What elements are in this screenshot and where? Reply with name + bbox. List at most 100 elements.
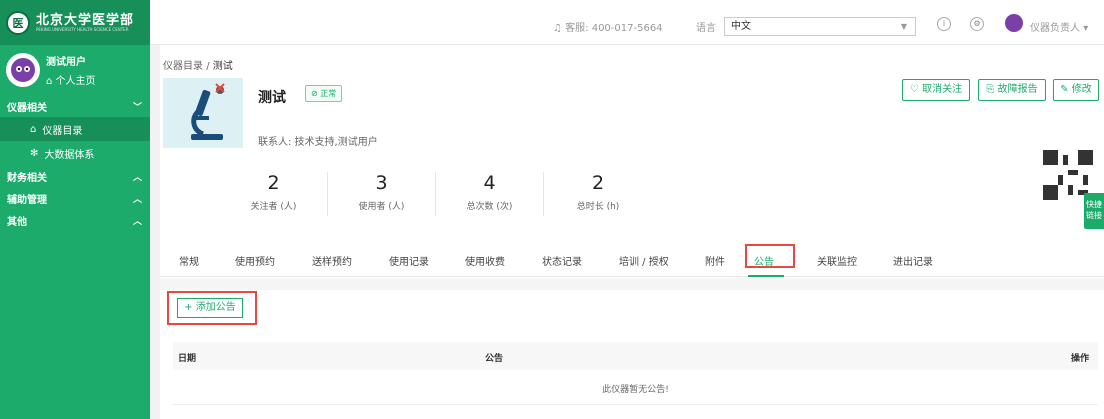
home-icon: ⌂ [46,76,53,87]
section-divider [160,278,1104,290]
settings-icon[interactable]: ⚙ [970,17,984,31]
caret-down-icon: ▾ [1083,23,1089,34]
chevron-up-icon: ︿ [132,194,142,205]
unfollow-label: 取消关注 [922,84,963,95]
nav-group-assist[interactable]: 辅助管理 ︿ [0,187,150,209]
tab-attachments[interactable]: 附件 [705,253,725,268]
tab-usage-records[interactable]: 使用记录 [389,253,429,268]
main-content: 仪器目录 / 测试 测试 ⊘ 正常 联系人: 技术支持,测试用户 ♡ 取消关注 … [160,45,1104,419]
logo[interactable]: 医 北京大学医学部 PEKING UNIVERSITY HEALTH SCIEN… [0,0,150,45]
avatar[interactable] [6,53,40,87]
nav-group-label: 财务相关 [7,172,47,184]
stat-followers: 2 关注者 (人) [220,172,328,216]
status-text: 正常 [320,89,337,98]
sidebar: 医 北京大学医学部 PEKING UNIVERSITY HEALTH SCIEN… [0,0,150,419]
breadcrumb: 仪器目录 / 测试 [163,57,233,72]
unfollow-button[interactable]: ♡ 取消关注 [902,79,970,101]
language-label: 语言 [696,23,716,34]
edit-button[interactable]: ✎ 修改 [1053,79,1099,101]
tab-linked-monitoring[interactable]: 关联监控 [817,253,857,268]
pencil-icon: ✎ [1060,84,1069,95]
table-header: 日期 公告 操作 [173,342,1098,370]
tab-access-records[interactable]: 进出记录 [893,253,933,268]
stat-label: 总时长 (h) [576,202,620,212]
monster-avatar-icon [11,58,35,82]
language-select[interactable]: 中文 ▼ [724,17,916,36]
caret-down-icon: ▼ [900,22,907,31]
sidebar-item-instrument-catalog[interactable]: ⌂ 仪器目录 [0,117,150,141]
empty-table-message: 此仪器暂无公告! [173,375,1098,405]
stat-value: 2 [591,172,605,194]
headset-icon: ♫ [553,23,562,34]
stat-total-hours: 2 总时长 (h) [544,172,652,216]
sidebar-item-label: 大数据体系 [44,149,95,161]
tab-status-records[interactable]: 状态记录 [542,253,582,268]
top-bar: ♫ 客服: 400-017-5664 语言 中文 ▼ i ⚙ 仪器负责人 ▾ [150,0,1104,45]
app-root: 医 北京大学医学部 PEKING UNIVERSITY HEALTH SCIEN… [0,0,1104,419]
tab-sample-booking[interactable]: 送样预约 [312,253,352,268]
instrument-title: 测试 [258,90,286,106]
stat-value: 2 [267,172,280,194]
check-circle-icon: ⊘ [311,89,318,98]
gear-icon: ✻ [30,147,39,159]
logo-text: 北京大学医学部 [36,12,135,28]
tab-bar: 常规 使用预约 送样预约 使用记录 使用收费 状态记录 培训 / 授权 附件 公… [160,243,1104,277]
stat-value: 3 [375,172,388,194]
heart-icon: ♡ [909,84,919,95]
report-icon: ⎘ [986,84,995,95]
chevron-up-icon: ︿ [132,172,142,183]
column-announcement: 公告 [485,354,504,364]
hotline-text: 客服: 400-017-5664 [565,23,663,34]
nav-group-label: 其他 [7,216,27,228]
user-box: 测试用户 ⌂ 个人主页 [0,45,150,95]
quick-link-tab[interactable]: 快捷链接 [1084,193,1104,229]
stats: 2 关注者 (人) 3 使用者 (人) 4 总次数 (次) 2 总时长 (h) [220,172,652,216]
home-outline-icon: ⌂ [30,123,37,135]
stat-label: 关注者 (人) [250,202,297,212]
nav-group-other[interactable]: 其他 ︿ [0,209,150,231]
breadcrumb-root[interactable]: 仪器目录 [163,61,203,72]
instrument-image [163,78,243,148]
sidebar-item-big-data[interactable]: ✻ 大数据体系 [0,141,150,165]
microscope-icon [191,83,225,140]
user-role-label: 仪器负责人 [1030,23,1080,34]
university-emblem-icon: 医 [6,10,30,35]
logo-subtitle: PEKING UNIVERSITY HEALTH SCIENCE CENTER [36,26,129,32]
breadcrumb-current: 测试 [212,61,233,72]
tab-usage-fees[interactable]: 使用收费 [465,253,505,268]
stat-total-count: 4 总次数 (次) [436,172,544,216]
stat-value: 4 [483,172,496,194]
chevron-up-icon: ︿ [132,216,142,227]
tab-training[interactable]: 培训 / 授权 [619,253,669,268]
nav-group-label: 辅助管理 [7,194,47,206]
fault-report-label: 故障报告 [997,84,1038,95]
column-date: 日期 [178,354,197,364]
stat-label: 总次数 (次) [466,202,513,212]
highlight-box [745,244,795,268]
column-actions: 操作 [1071,354,1090,364]
edit-label: 修改 [1071,84,1092,95]
breadcrumb-separator: / [206,61,210,72]
user-home-link[interactable]: ⌂ 个人主页 [46,72,96,87]
nav-group-instrument[interactable]: 仪器相关 ﹀ [0,95,150,117]
fault-report-button[interactable]: ⎘ 故障报告 [978,79,1046,101]
active-tab-indicator [748,275,784,277]
hotline: ♫ 客服: 400-017-5664 [553,19,663,34]
tab-usage-booking[interactable]: 使用预约 [235,253,275,268]
status-badge: ⊘ 正常 [305,85,343,102]
info-icon[interactable]: i [937,17,951,31]
user-home-label: 个人主页 [55,76,96,87]
user-menu[interactable]: 仪器负责人 ▾ [1030,19,1088,34]
sidebar-item-label: 仪器目录 [42,125,83,137]
stat-users: 3 使用者 (人) [328,172,436,216]
add-announcement-button[interactable]: + 添加公告 [177,298,243,318]
user-name: 测试用户 [46,57,86,68]
nav-group-finance[interactable]: 财务相关 ︿ [0,165,150,187]
contact-info: 联系人: 技术支持,测试用户 [258,137,378,148]
tab-general[interactable]: 常规 [179,253,199,268]
nav-group-label: 仪器相关 [7,102,47,114]
chevron-down-icon: ﹀ [132,102,142,113]
stat-label: 使用者 (人) [358,202,405,212]
user-avatar-icon[interactable] [1005,14,1023,32]
language-value: 中文 [731,21,751,32]
